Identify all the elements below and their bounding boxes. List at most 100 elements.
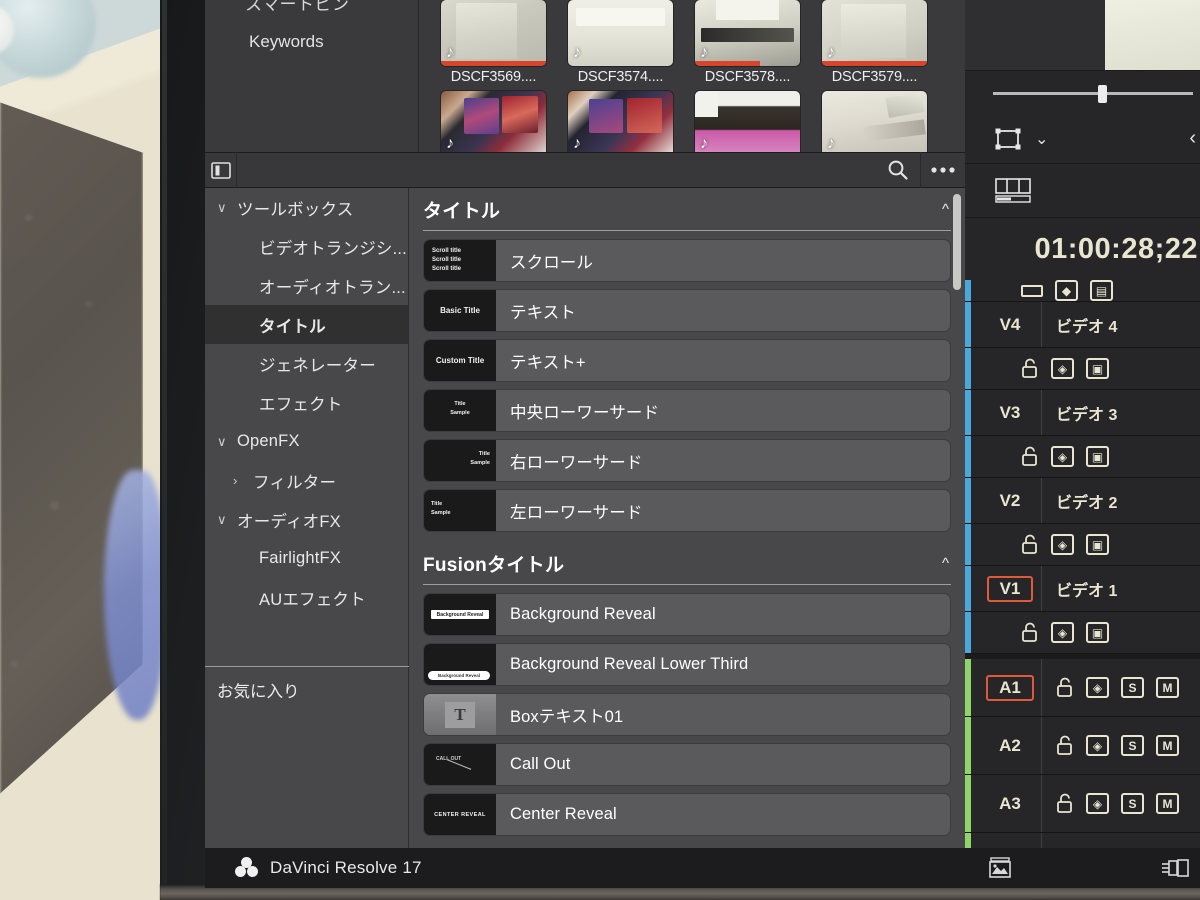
chevron-up-icon[interactable]: ^ [942, 555, 949, 572]
effect-item-text-plus[interactable]: Custom Title テキスト+ [423, 339, 951, 382]
clip-thumbnail[interactable]: ♪ [568, 91, 673, 157]
mute-button[interactable]: M [1156, 677, 1179, 698]
section-header-titles[interactable]: タイトル ^ [409, 188, 965, 230]
effects-list-scrollbar[interactable] [953, 194, 961, 290]
effect-item-background-reveal[interactable]: Background Reveal Background Reveal [423, 593, 951, 636]
auto-select-icon[interactable]: ◈ [1051, 358, 1074, 379]
media-clip[interactable]: ♪ DSCF3574.... [568, 0, 673, 85]
sidebar-item-generators[interactable]: ジェネレーター [205, 344, 408, 383]
sidebar-item-filters[interactable]: › フィルター [205, 461, 408, 500]
lock-open-icon[interactable] [1056, 735, 1074, 756]
auto-select-icon[interactable]: ◆ [1055, 280, 1078, 301]
effect-item-box-text-01[interactable]: T Boxテキスト01 [423, 693, 951, 736]
sidebar-item-au-effects[interactable]: AUエフェクト [205, 578, 408, 617]
clip-thumbnail[interactable]: ♪ [441, 0, 546, 66]
track-badge-wrap[interactable]: V3 [979, 403, 1041, 423]
track-badge-wrap[interactable]: A3 [979, 794, 1041, 814]
clip-thumbnail[interactable]: ♪ [822, 91, 927, 157]
media-clip[interactable]: ♪ DSCF3578.... [695, 0, 800, 85]
effect-item-background-reveal-lower-third[interactable]: Background Reveal Background Reveal Lowe… [423, 643, 951, 686]
track-badge-wrap[interactable]: V2 [979, 491, 1041, 511]
sidebar-item-video-transitions[interactable]: ビデオトランジシ... [205, 227, 408, 266]
favorites-label[interactable]: お気に入り [217, 678, 300, 702]
chevron-up-icon[interactable]: ^ [942, 201, 949, 218]
auto-select-icon[interactable]: ◈ [1086, 793, 1109, 814]
media-clip[interactable]: ♪ DSCF3579.... [822, 0, 927, 85]
mute-button[interactable]: M [1156, 793, 1179, 814]
track-row-a3[interactable]: A3 ◈ S M [965, 775, 1200, 833]
mute-button[interactable]: M [1156, 735, 1179, 756]
media-clip[interactable]: ♪ [441, 91, 546, 157]
video-enable-icon[interactable]: ▤ [1090, 280, 1113, 301]
ellipsis-icon[interactable] [921, 152, 965, 188]
track-row-a1[interactable]: A1 ◈ S M [965, 659, 1200, 717]
lock-open-icon[interactable] [1021, 622, 1039, 643]
auto-select-icon[interactable]: ◈ [1086, 677, 1109, 698]
sidebar-item-audio-transitions[interactable]: オーディオトラン... [205, 266, 408, 305]
effect-item-left-lower-third[interactable]: Title Sample 左ローワーサード [423, 489, 951, 532]
timecode-display[interactable]: 01:00:28;22 [965, 218, 1200, 280]
transform-icon[interactable] [995, 128, 1021, 150]
still-image-icon[interactable] [988, 857, 1012, 879]
clip-thumbnail[interactable]: ♪ [695, 0, 800, 66]
media-clip[interactable]: ♪ DSCF3569.... [441, 0, 546, 85]
sidebar-item-toolbox[interactable]: ∨ ツールボックス [205, 188, 408, 227]
clip-thumbnail[interactable]: ♪ [822, 0, 927, 66]
track-badge-wrap[interactable]: A1 [979, 674, 1041, 701]
video-enable-icon[interactable] [1021, 284, 1043, 297]
sidebar-item-fairlightfx[interactable]: FairlightFX [205, 539, 408, 578]
lock-open-icon[interactable] [1021, 358, 1039, 379]
solo-button[interactable]: S [1121, 735, 1144, 756]
video-enable-icon[interactable]: ▣ [1086, 358, 1109, 379]
track-row-v3[interactable]: V3 ビデオ 3 [965, 390, 1200, 436]
auto-select-icon[interactable]: ◈ [1051, 622, 1074, 643]
video-enable-icon[interactable]: ▣ [1086, 446, 1109, 467]
effect-item-center-reveal[interactable]: CENTER REVEAL Center Reveal [423, 793, 951, 836]
search-icon[interactable] [876, 152, 920, 188]
timeline-layout-icon[interactable] [995, 177, 1031, 204]
solo-button[interactable]: S [1121, 677, 1144, 698]
video-enable-icon[interactable]: ▣ [1086, 622, 1109, 643]
lock-open-icon[interactable] [1056, 793, 1074, 814]
effect-item-right-lower-third[interactable]: Title Sample 右ローワーサード [423, 439, 951, 482]
chevron-left-icon[interactable]: ‹ [1189, 127, 1196, 150]
keywords-label[interactable]: Keywords [249, 32, 324, 52]
zoom-slider-track[interactable] [993, 92, 1193, 95]
clip-thumbnail[interactable]: ♪ [441, 91, 546, 157]
media-clip[interactable]: ♪ [822, 91, 927, 157]
sidebar-item-effects[interactable]: エフェクト [205, 383, 408, 422]
sidebar-toggle-icon[interactable] [205, 152, 237, 188]
solo-button[interactable]: S [1121, 793, 1144, 814]
section-header-fusion-titles[interactable]: Fusionタイトル ^ [409, 542, 965, 584]
clip-thumbnail[interactable]: ♪ [695, 91, 800, 157]
track-row-v2[interactable]: V2 ビデオ 2 [965, 478, 1200, 524]
auto-select-icon[interactable]: ◈ [1086, 735, 1109, 756]
chevron-down-icon[interactable]: ⌄ [1035, 129, 1048, 149]
track-row-v4[interactable]: V4 ビデオ 4 [965, 302, 1200, 348]
track-row-a2[interactable]: A2 ◈ S M [965, 717, 1200, 775]
effect-item-text[interactable]: Basic Title テキスト [423, 289, 951, 332]
sidebar-item-openfx[interactable]: ∨ OpenFX [205, 422, 408, 461]
track-badge-wrap[interactable]: V1 [979, 575, 1041, 602]
lock-open-icon[interactable] [1021, 446, 1039, 467]
video-enable-icon[interactable]: ▣ [1086, 534, 1109, 555]
track-badge-wrap[interactable]: V4 [979, 315, 1041, 335]
zoom-slider-handle[interactable] [1098, 85, 1107, 103]
media-clip[interactable]: ♪ [568, 91, 673, 157]
auto-select-icon[interactable]: ◈ [1051, 446, 1074, 467]
clip-thumbnail[interactable]: ♪ [568, 0, 673, 66]
effect-item-scroll[interactable]: Scroll title Scroll title Scroll title スクロ… [423, 239, 951, 282]
lock-open-icon[interactable] [1056, 677, 1074, 698]
sidebar-item-audiofx[interactable]: ∨ オーディオFX [205, 500, 408, 539]
sidebar-item-titles[interactable]: タイトル [205, 305, 408, 344]
connection-icon[interactable] [1162, 858, 1190, 878]
lock-open-icon[interactable] [1021, 534, 1039, 555]
effect-item-call-out[interactable]: CALL OUT Call Out [423, 743, 951, 786]
track-badge-wrap[interactable]: A2 [979, 736, 1041, 756]
effect-item-center-lower-third[interactable]: Title Sample 中央ローワーサード [423, 389, 951, 432]
effects-list[interactable]: タイトル ^ Scroll title Scroll title Scroll ti… [409, 188, 965, 848]
auto-select-icon[interactable]: ◈ [1051, 534, 1074, 555]
media-clip[interactable]: ♪ [695, 91, 800, 157]
smart-bins-label[interactable]: スマートビン [245, 0, 350, 15]
track-row-v1[interactable]: V1 ビデオ 1 [965, 566, 1200, 612]
